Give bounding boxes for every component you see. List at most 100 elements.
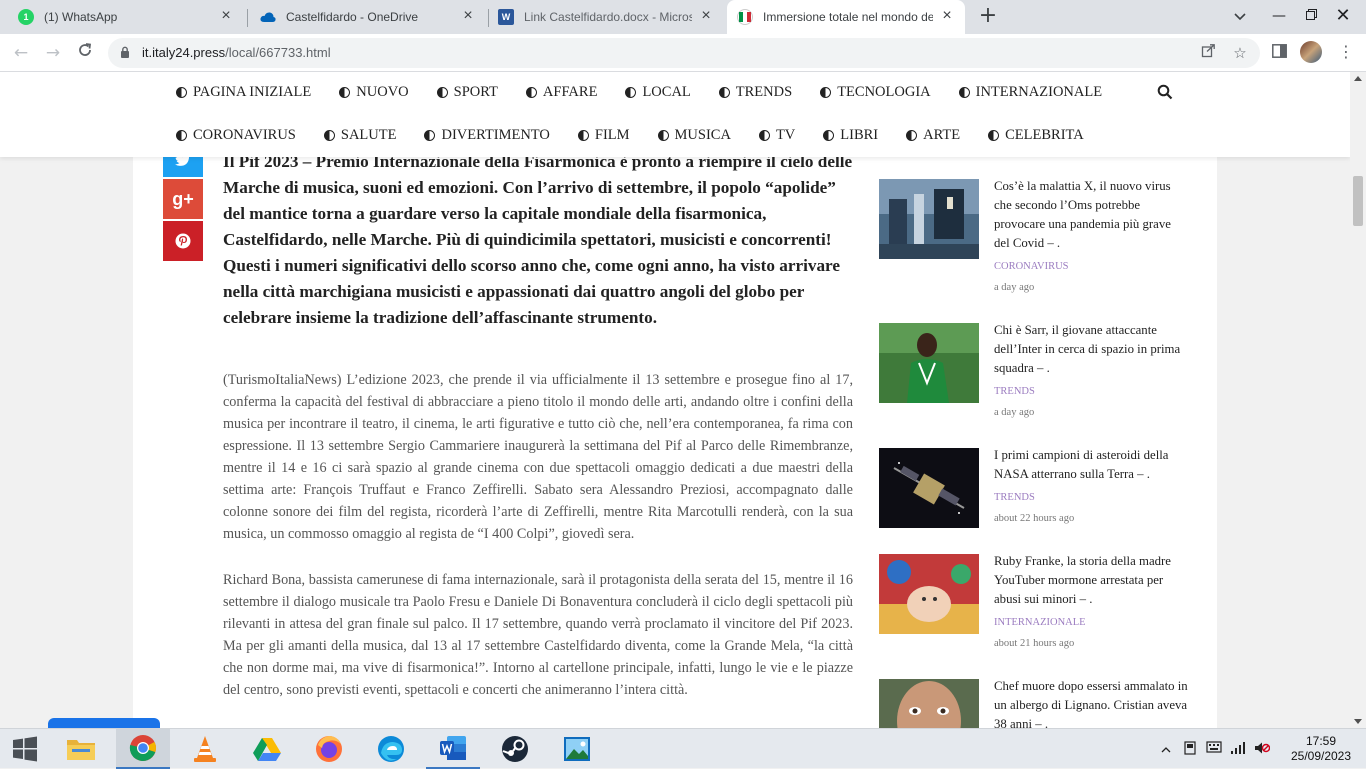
article-time: a day ago — [994, 407, 1035, 418]
article-thumbnail[interactable] — [879, 679, 979, 728]
nav-item[interactable]: SALUTE — [323, 125, 396, 145]
article-category[interactable]: INTERNAZIONALE — [994, 617, 1086, 628]
tab-word[interactable]: W Link Castelfidardo.docx - Microsoft × — [488, 0, 724, 34]
sidebar-article[interactable]: I primi campioni di asteroidi della NASA… — [879, 448, 1199, 568]
tab-whatsapp[interactable]: 1 (1) WhatsApp × — [8, 0, 244, 34]
close-icon[interactable]: × — [218, 8, 234, 25]
forward-arrow-icon[interactable]: → — [40, 40, 66, 66]
pinterest-share-button[interactable] — [163, 221, 203, 261]
sidebar-article[interactable]: Chi è Sarr, il giovane attaccante dell’I… — [879, 323, 1199, 443]
article-title[interactable]: Chi è Sarr, il giovane attaccante dell’I… — [994, 321, 1189, 378]
google-drive-button[interactable] — [240, 729, 294, 769]
vlc-button[interactable] — [178, 729, 232, 769]
scroll-up-arrow-icon[interactable] — [1354, 76, 1362, 81]
photos-button[interactable] — [550, 729, 604, 769]
search-icon[interactable] — [1157, 84, 1173, 100]
share-icon[interactable] — [1198, 43, 1218, 63]
start-button[interactable] — [0, 729, 50, 769]
article-category[interactable]: CORONAVIRUS — [994, 261, 1069, 272]
half-circle-icon — [657, 129, 669, 141]
keyboard-icon[interactable] — [1206, 741, 1222, 757]
menu-kebab-icon[interactable]: ⋮ — [1336, 40, 1356, 64]
firefox-icon — [316, 736, 342, 762]
nav-item[interactable]: CELEBRITA — [988, 125, 1084, 145]
address-bar[interactable]: it.italy24.press/local/667733.html ☆ — [108, 38, 1260, 68]
nav-item[interactable]: INTERNAZIONALE — [958, 82, 1102, 102]
usb-device-icon[interactable] — [1182, 741, 1198, 757]
tab-onedrive[interactable]: Castelfidardo - OneDrive × — [250, 0, 486, 34]
close-icon[interactable]: × — [939, 8, 955, 25]
nav-item[interactable]: PAGINA INIZIALE — [176, 82, 311, 102]
nav-item[interactable]: ARTE — [906, 125, 960, 145]
profile-avatar[interactable] — [1300, 41, 1322, 63]
nav-item[interactable]: MUSICA — [657, 125, 731, 145]
clock-date: 25/09/2023 — [1290, 749, 1352, 763]
nav-row-primary: PAGINA INIZIALE NUOVO SPORT AFFARE LOCAL… — [176, 82, 1130, 102]
windows-taskbar: 17:59 25/09/2023 — [0, 728, 1366, 769]
close-icon[interactable]: × — [460, 8, 476, 25]
half-circle-icon — [958, 86, 970, 98]
sidebar-article[interactable]: Chef muore dopo essersi ammalato in un a… — [879, 679, 1199, 728]
tab-search-chevron-icon[interactable] — [1228, 5, 1252, 29]
system-clock[interactable]: 17:59 25/09/2023 — [1286, 734, 1356, 764]
nav-item[interactable]: NUOVO — [339, 82, 409, 102]
back-arrow-icon[interactable]: ← — [8, 40, 34, 66]
article-category[interactable]: TRENDS — [994, 492, 1035, 503]
article-title[interactable]: Chef muore dopo essersi ammalato in un a… — [994, 677, 1189, 728]
article-thumbnail[interactable] — [879, 179, 979, 259]
half-circle-icon — [436, 86, 448, 98]
edge-button[interactable] — [364, 729, 418, 769]
tab-label: (1) WhatsApp — [44, 10, 118, 24]
nav-item[interactable]: CORONAVIRUS — [176, 125, 296, 145]
tab-italy24[interactable]: Immersione totale nel mondo de × — [727, 0, 965, 34]
close-icon[interactable]: × — [698, 8, 714, 25]
sidebar-article[interactable]: Cos’è la malattia X, il nuovo virus che … — [879, 179, 1199, 299]
article-thumbnail[interactable] — [879, 554, 979, 634]
side-panel-icon[interactable] — [1268, 42, 1290, 64]
nav-item[interactable]: TECNOLOGIA — [820, 82, 931, 102]
file-explorer-button[interactable] — [54, 729, 108, 769]
floating-blue-tab[interactable] — [48, 718, 160, 728]
url-text[interactable]: it.italy24.press/local/667733.html — [142, 45, 331, 60]
network-signal-icon[interactable] — [1230, 741, 1246, 757]
nav-item[interactable]: FILM — [577, 125, 630, 145]
article-category[interactable]: TRENDS — [994, 386, 1035, 397]
new-tab-button[interactable]: + — [976, 5, 1000, 29]
article-thumbnail[interactable] — [879, 323, 979, 403]
nav-item[interactable]: AFFARE — [525, 82, 597, 102]
chrome-button[interactable] — [116, 729, 170, 769]
nav-item[interactable]: TRENDS — [718, 82, 792, 102]
half-circle-icon — [758, 129, 770, 141]
lock-icon[interactable] — [120, 46, 130, 58]
steam-button[interactable] — [488, 729, 542, 769]
firefox-button[interactable] — [302, 729, 356, 769]
word-button[interactable] — [426, 729, 480, 769]
article-title[interactable]: I primi campioni di asteroidi della NASA… — [994, 446, 1189, 484]
scrollbar-thumb[interactable] — [1353, 176, 1363, 226]
google-plus-share-button[interactable]: g+ — [163, 179, 203, 219]
half-circle-icon — [339, 86, 351, 98]
nav-item[interactable]: DIVERTIMENTO — [424, 125, 550, 145]
page-scrollbar[interactable] — [1350, 72, 1366, 728]
nav-item[interactable]: TV — [758, 125, 795, 145]
nav-item[interactable]: LIBRI — [823, 125, 878, 145]
volume-muted-icon[interactable] — [1254, 741, 1271, 757]
tab-separator — [247, 9, 248, 27]
half-circle-icon — [176, 86, 187, 98]
article-paragraph: Richard Bona, bassista camerunese di fam… — [223, 572, 853, 698]
site-navigation: PAGINA INIZIALE NUOVO SPORT AFFARE LOCAL… — [0, 72, 1350, 157]
show-hidden-icons-chevron-icon[interactable] — [1158, 741, 1174, 757]
sidebar-article[interactable]: Ruby Franke, la storia della madre YouTu… — [879, 554, 1199, 674]
article-thumbnail[interactable] — [879, 448, 979, 528]
content-area: g+ Il Pif 2023 – Premio Internazionale d… — [133, 142, 1217, 728]
half-circle-icon — [906, 129, 918, 141]
reload-icon[interactable] — [72, 40, 98, 66]
article-title[interactable]: Cos’è la malattia X, il nuovo virus che … — [994, 177, 1189, 253]
bookmark-star-icon[interactable]: ☆ — [1230, 43, 1250, 63]
scroll-down-arrow-icon[interactable] — [1354, 719, 1362, 724]
close-window-button[interactable]: ✕ — [1320, 0, 1366, 34]
nav-item[interactable]: SPORT — [436, 82, 498, 102]
nav-item[interactable]: LOCAL — [625, 82, 691, 102]
article-title[interactable]: Ruby Franke, la storia della madre YouTu… — [994, 552, 1189, 609]
onedrive-icon — [260, 9, 276, 25]
